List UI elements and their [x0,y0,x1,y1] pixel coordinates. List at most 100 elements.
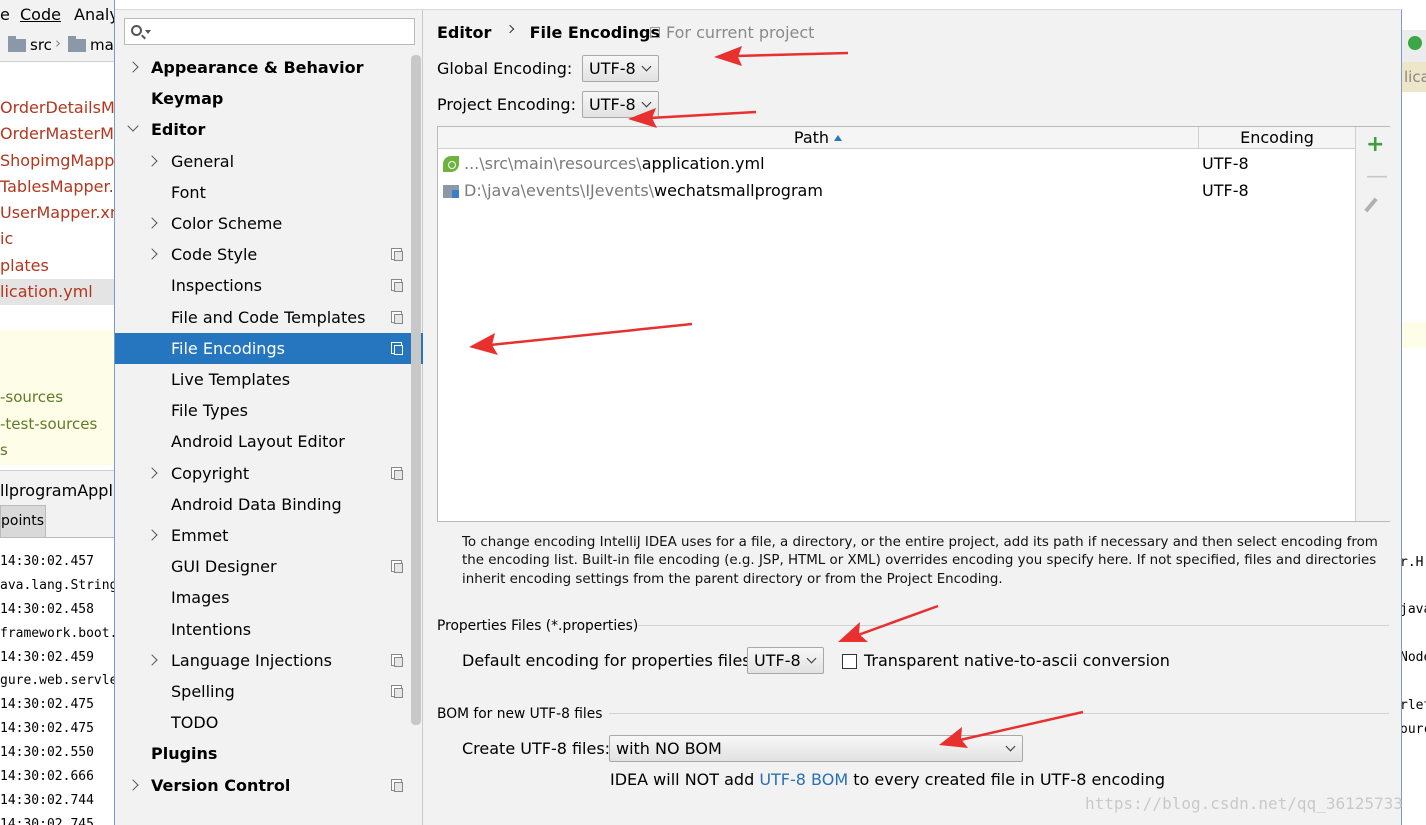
library-item[interactable]: -test-sources [0,415,97,433]
nav-item-intentions[interactable]: Intentions [115,614,423,645]
nav-item-code-style[interactable]: Code Style [115,239,423,270]
nav-item-keymap[interactable]: Keymap [115,83,423,114]
run-tab[interactable]: points [0,505,46,538]
project-file[interactable]: ic [0,226,116,252]
settings-search-input[interactable] [124,18,415,45]
nav-item-language-injections[interactable]: Language Injections [115,645,423,676]
nav-item-color-scheme[interactable]: Color Scheme [115,208,423,239]
nav-item-gui-designer[interactable]: GUI Designer [115,551,423,582]
nav-item-copyright[interactable]: Copyright [115,458,423,489]
nav-item-plugins[interactable]: Plugins [115,738,423,769]
project-file[interactable]: OrderDetailsMa [0,95,116,121]
utf8-bom-link[interactable]: UTF-8 BOM [759,770,848,789]
row-path: ...\src\main\resources\application.yml [464,150,765,177]
chevron-right-icon[interactable] [146,529,158,541]
highlight-strip [1400,322,1426,348]
group-divider [609,713,1389,714]
row-encoding[interactable]: UTF-8 [1202,150,1249,177]
nav-item-label: Intentions [171,619,252,639]
nav-item-inspections[interactable]: Inspections [115,270,423,301]
settings-nav: Appearance & Behavior Keymap Editor General… [115,10,423,825]
nav-item-emmet[interactable]: Emmet [115,520,423,551]
spring-config-icon [443,156,459,172]
project-encoding-select[interactable]: UTF-8 [582,91,659,118]
project-file[interactable]: plates [0,253,116,279]
project-file-selected[interactable]: lication.yml [0,279,116,306]
nav-item-file-and-code-templates[interactable]: File and Code Templates [115,302,423,333]
chevron-right-icon[interactable] [146,248,158,260]
table-row[interactable]: ...\src\main\resources\application.yml U… [438,150,1355,177]
folder-icon [8,36,26,52]
chevron-right-icon[interactable] [146,154,158,167]
log-line: gure.web.servle [0,673,116,689]
library-item[interactable]: -sources [0,388,63,406]
project-level-icon [391,279,403,293]
nav-item-label: Inspections [171,276,262,296]
menu-code[interactable]: Code [20,5,61,24]
debug-icon[interactable] [1408,36,1422,50]
native-to-ascii-label[interactable]: Transparent native-to-ascii conversion [864,651,1170,670]
chevron-right-icon[interactable] [127,61,139,73]
nav-item-version-control[interactable]: Version Control [115,770,423,801]
breadcrumb-src[interactable]: src [30,36,52,54]
nav-item-file-encodings[interactable]: File Encodings [115,332,423,364]
background-ide-right: lica r.H java Node rlet ourc [1400,0,1426,825]
chevron-right-icon[interactable] [146,466,158,479]
global-encoding-select[interactable]: UTF-8 [582,55,659,82]
editor-tab-fragment[interactable]: lica [1400,62,1426,92]
properties-encoding-value: UTF-8 [754,651,801,670]
encodings-table: Path Encoding ...\src\main\resources\app… [437,126,1390,522]
project-file[interactable]: OrderMasterMa [0,121,116,147]
breadcrumb-parent[interactable]: Editor [437,23,491,42]
nav-item-spelling[interactable]: Spelling [115,676,423,707]
run-tab-label: points [1,513,44,529]
breadcrumb-main[interactable]: mai [90,36,116,54]
row-path: D:\java\events\IJevents\wechatsmallprogr… [464,177,823,204]
nav-scrollbar[interactable] [411,55,421,725]
remove-icon[interactable]: — [1366,166,1388,188]
chevron-down-icon[interactable] [127,120,139,133]
nav-item-file-types[interactable]: File Types [115,395,423,426]
sort-ascending-icon [834,135,843,141]
nav-item-font[interactable]: Font [115,177,423,208]
nav-item-appearance-behavior[interactable]: Appearance & Behavior [115,52,423,83]
nav-item-label: General [171,151,235,171]
nav-item-label: Emmet [171,526,229,545]
menu-analyze[interactable]: Analy [74,5,116,24]
chevron-down-icon[interactable] [145,30,151,34]
chevron-right-icon[interactable] [146,217,158,229]
nav-item-editor[interactable]: Editor [115,114,423,145]
chevron-right-icon[interactable] [146,654,158,666]
chevron-down-icon [641,97,652,108]
properties-encoding-select[interactable]: UTF-8 [747,647,824,674]
nav-item-android-data-binding[interactable]: Android Data Binding [115,489,423,520]
chevron-right-icon[interactable] [127,778,139,791]
log-fragment: r.H [1400,555,1424,570]
nav-item-general[interactable]: General [115,146,423,177]
nav-item-android-layout-editor[interactable]: Android Layout Editor [115,426,423,457]
menu-item-fragment[interactable]: e [0,5,10,24]
nav-item-todo[interactable]: TODO [115,707,423,738]
project-file[interactable]: ShopimgMappe [0,148,116,174]
chevron-down-icon [806,653,817,664]
bom-mode-select[interactable]: with NO BOM [609,735,1023,762]
nav-item-images[interactable]: Images [115,582,423,613]
table-row[interactable]: D:\java\events\IJevents\wechatsmallprogr… [438,177,1355,204]
native-to-ascii-checkbox[interactable] [842,654,857,669]
console-log: 14:30:02.457 ava.lang.String 14:30:02.45… [0,550,116,825]
project-file[interactable]: UserMapper.xm [0,200,116,226]
project-file[interactable]: TablesMapper.x [0,174,116,200]
column-header-path[interactable]: Path [438,127,1199,149]
table-header: Path Encoding [438,127,1355,149]
table-toolbar: + — [1355,127,1390,521]
nav-item-label: Color Scheme [171,214,283,233]
properties-group-title: Properties Files (*.properties) [437,618,639,634]
run-config-title[interactable]: llprogramApplic [0,481,116,500]
nav-item-label: Android Layout Editor [171,432,345,452]
library-item[interactable]: s [0,441,8,459]
edit-icon[interactable] [1364,197,1378,213]
column-header-encoding[interactable]: Encoding [1199,127,1355,149]
add-icon[interactable]: + [1366,134,1384,156]
nav-item-live-templates[interactable]: Live Templates [115,364,423,395]
row-encoding[interactable]: UTF-8 [1202,177,1249,204]
